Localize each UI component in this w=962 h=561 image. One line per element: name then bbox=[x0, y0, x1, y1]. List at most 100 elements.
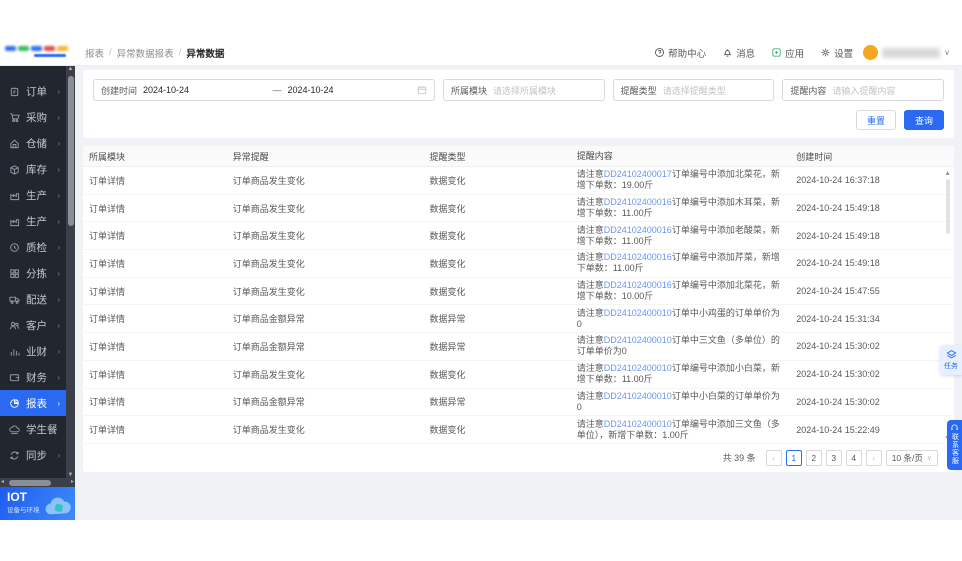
order-number-link[interactable]: DD24102400010 bbox=[604, 308, 672, 318]
sync-icon bbox=[9, 450, 20, 461]
page-button-3[interactable]: 3 bbox=[826, 450, 842, 466]
table-scroll-up-icon[interactable]: ▲ bbox=[944, 170, 951, 177]
app-logo[interactable] bbox=[0, 40, 75, 65]
gear-action[interactable]: 设置 bbox=[820, 46, 853, 60]
sidebar-vertical-scrollbar[interactable]: ▲ ▼ bbox=[66, 66, 75, 478]
sidebar-item-sorting[interactable]: 分拣 › bbox=[0, 260, 66, 286]
scroll-up-icon[interactable]: ▲ bbox=[66, 66, 75, 72]
table-row[interactable]: 订单详情 订单商品金额异常 数据异常 请注意DD24102400010订单中小鸡… bbox=[83, 305, 954, 333]
table-row[interactable]: 订单详情 订单商品金额异常 数据异常 请注意DD24102400010订单中小白… bbox=[83, 389, 954, 417]
page-size-value: 10 条/页 bbox=[892, 452, 923, 464]
order-number-link[interactable]: DD24102400016 bbox=[604, 252, 672, 262]
chevron-down-icon[interactable]: ∨ bbox=[944, 48, 950, 57]
order-number-link[interactable]: DD24102400017 bbox=[604, 169, 672, 179]
cell-time: 2024-10-24 15:22:49 bbox=[790, 425, 954, 435]
table-row[interactable]: 订单详情 订单商品发生变化 数据变化 请注意DD24102400016订单编号中… bbox=[83, 195, 954, 223]
cell-alert: 订单商品发生变化 bbox=[227, 174, 424, 187]
table-row[interactable]: 订单详情 订单商品发生变化 数据变化 请注意DD24102400016订单编号中… bbox=[83, 278, 954, 306]
next-page-button[interactable]: › bbox=[866, 450, 882, 466]
order-number-link[interactable]: DD24102400010 bbox=[604, 335, 672, 345]
page-button-1[interactable]: 1 bbox=[786, 450, 802, 466]
cell-type: 数据变化 bbox=[424, 202, 571, 215]
sidebar-item-label: 财务 bbox=[26, 370, 47, 385]
page-button-2[interactable]: 2 bbox=[806, 450, 822, 466]
avatar[interactable] bbox=[863, 45, 878, 60]
user-menu[interactable]: ∨ bbox=[863, 45, 962, 60]
breadcrumb-item[interactable]: 报表 bbox=[85, 46, 104, 60]
sidebar-item-warehouse[interactable]: 仓储 › bbox=[0, 130, 66, 156]
page-size-select[interactable]: 10 条/页 ∨ bbox=[886, 450, 938, 466]
iot-banner[interactable]: IOT 设备与环境 bbox=[0, 487, 75, 520]
pagination: 共 39 条 ‹ 1234 › 10 条/页 ∨ bbox=[83, 444, 954, 472]
scroll-right-icon[interactable]: ▸ bbox=[71, 478, 74, 487]
sidebar-item-bizfin[interactable]: 业财 › bbox=[0, 338, 66, 364]
sidebar-item-order[interactable]: 订单 › bbox=[0, 78, 66, 104]
sidebar-item-inventory[interactable]: 库存 › bbox=[0, 156, 66, 182]
table-row[interactable]: 订单详情 订单商品发生变化 数据变化 请注意DD24102400016订单编号中… bbox=[83, 250, 954, 278]
breadcrumb-item[interactable]: 异常数据报表 bbox=[117, 46, 174, 60]
delivery-icon bbox=[9, 294, 20, 305]
calendar-icon[interactable] bbox=[417, 85, 427, 95]
purchase-icon bbox=[9, 112, 20, 123]
module-select[interactable]: 所属模块 请选择所属模块 bbox=[443, 79, 605, 101]
alert-type-select[interactable]: 提醒类型 请选择提醒类型 bbox=[613, 79, 775, 101]
report-icon bbox=[9, 398, 20, 409]
cell-type: 数据异常 bbox=[424, 395, 571, 408]
table-row[interactable]: 订单详情 订单商品发生变化 数据变化 请注意DD24102400010订单编号中… bbox=[83, 416, 954, 444]
sidebar-item-sync[interactable]: 同步 › bbox=[0, 442, 66, 468]
table-scrollbar[interactable] bbox=[946, 179, 950, 234]
apps-action[interactable]: 应用 bbox=[771, 46, 804, 60]
alert-content-input[interactable]: 提醒内容 请输入提醒内容 bbox=[782, 79, 944, 101]
page-button-4[interactable]: 4 bbox=[846, 450, 862, 466]
reset-button[interactable]: 重置 bbox=[856, 110, 896, 130]
sidebar-horizontal-scrollbar[interactable]: ◂ ▸ bbox=[0, 478, 75, 487]
scroll-left-icon[interactable]: ◂ bbox=[1, 478, 4, 487]
sidebar-item-meal[interactable]: 学生餐 bbox=[0, 416, 66, 442]
date-to-value[interactable]: 2024-10-24 bbox=[288, 85, 334, 95]
sidebar-item-label: 生产 bbox=[26, 214, 47, 229]
task-floating-button[interactable]: 任务 bbox=[940, 345, 962, 375]
prev-page-button[interactable]: ‹ bbox=[766, 450, 782, 466]
alert-type-placeholder: 请选择提醒类型 bbox=[663, 84, 726, 97]
sidebar-item-report[interactable]: 报表 › bbox=[0, 390, 66, 416]
cell-content: 请注意DD24102400016订单编号中添加北菜花，新增下单数：10.00斤 bbox=[571, 280, 790, 302]
help-action[interactable]: 帮助中心 bbox=[654, 46, 706, 60]
customer-icon bbox=[9, 320, 20, 331]
table-row[interactable]: 订单详情 订单商品发生变化 数据变化 请注意DD24102400017订单编号中… bbox=[83, 167, 954, 195]
table-row[interactable]: 订单详情 订单商品发生变化 数据变化 请注意DD24102400010订单编号中… bbox=[83, 361, 954, 389]
order-number-link[interactable]: DD24102400010 bbox=[604, 391, 672, 401]
cell-alert: 订单商品金额异常 bbox=[227, 395, 424, 408]
order-number-link[interactable]: DD24102400016 bbox=[604, 225, 672, 235]
cell-time: 2024-10-24 15:30:02 bbox=[790, 341, 954, 351]
cell-module: 订单详情 bbox=[83, 368, 227, 381]
search-button[interactable]: 查询 bbox=[904, 110, 944, 130]
cell-alert: 订单商品发生变化 bbox=[227, 202, 424, 215]
customer-service-floating-button[interactable]: 联系客服 bbox=[947, 420, 962, 470]
date-from-value[interactable]: 2024-10-24 bbox=[143, 85, 189, 95]
cell-alert: 订单商品发生变化 bbox=[227, 229, 424, 242]
order-number-link[interactable]: DD24102400010 bbox=[604, 419, 672, 429]
task-label: 任务 bbox=[944, 361, 958, 371]
sidebar-item-purchase[interactable]: 采购 › bbox=[0, 104, 66, 130]
cell-type: 数据变化 bbox=[424, 285, 571, 298]
breadcrumb: 报表/异常数据报表/异常数据 bbox=[85, 46, 224, 60]
cell-type: 数据异常 bbox=[424, 340, 571, 353]
gear-icon bbox=[820, 47, 831, 58]
sidebar-item-delivery[interactable]: 配送 › bbox=[0, 286, 66, 312]
date-range-picker[interactable]: 创建时间 2024-10-24 — 2024-10-24 bbox=[93, 79, 435, 101]
cell-module: 订单详情 bbox=[83, 285, 227, 298]
table-row[interactable]: 订单详情 订单商品金额异常 数据异常 请注意DD24102400010订单中三文… bbox=[83, 333, 954, 361]
column-header: 创建时间 bbox=[790, 150, 954, 163]
sidebar-item-production[interactable]: 生产 › bbox=[0, 208, 66, 234]
order-number-link[interactable]: DD24102400016 bbox=[604, 197, 672, 207]
bell-action[interactable]: 消息 bbox=[722, 46, 755, 60]
sidebar-item-production[interactable]: 生产 › bbox=[0, 182, 66, 208]
order-number-link[interactable]: DD24102400010 bbox=[604, 363, 672, 373]
table-row[interactable]: 订单详情 订单商品发生变化 数据变化 请注意DD24102400016订单编号中… bbox=[83, 222, 954, 250]
sidebar-item-customer[interactable]: 客户 › bbox=[0, 312, 66, 338]
sidebar-item-finance[interactable]: 财务 › bbox=[0, 364, 66, 390]
cell-time: 2024-10-24 15:49:18 bbox=[790, 203, 954, 213]
order-number-link[interactable]: DD24102400016 bbox=[604, 280, 672, 290]
cell-content: 请注意DD24102400016订单编号中添加芹菜，新增下单数：11.00斤 bbox=[571, 252, 790, 274]
sidebar-item-qc[interactable]: 质检 › bbox=[0, 234, 66, 260]
